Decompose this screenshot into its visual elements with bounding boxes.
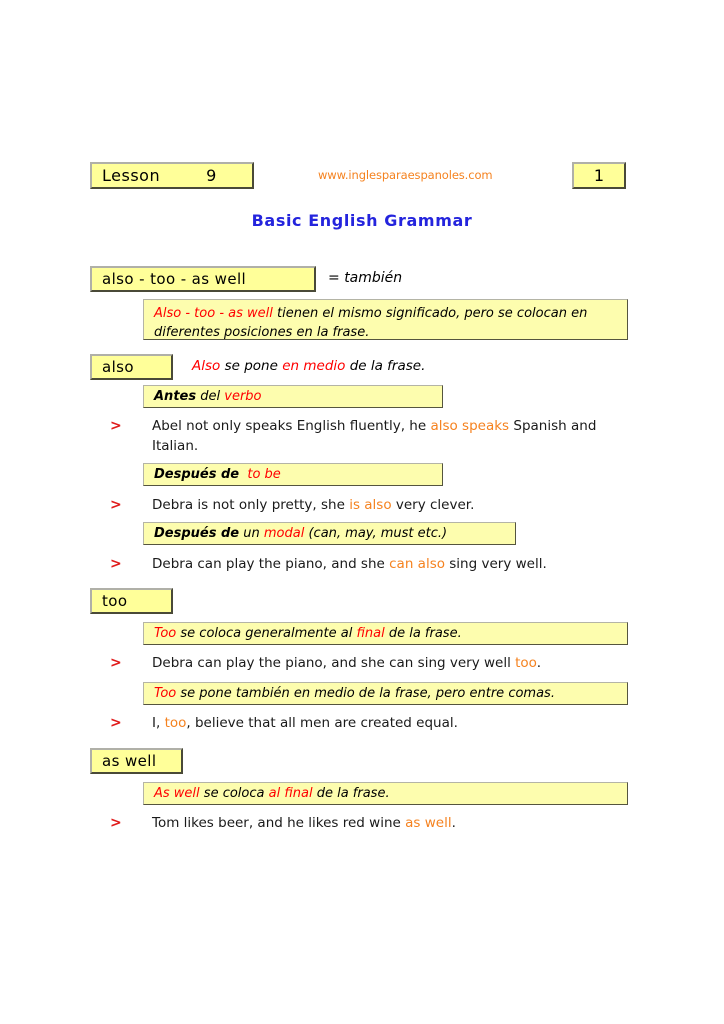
example-highlight: also speaks	[430, 418, 510, 434]
equals-sign: =	[328, 270, 340, 286]
intro-note: Also - too - as well tienen el mismo sig…	[143, 299, 628, 340]
rule-emphasis: verbo	[224, 389, 262, 404]
rule-box-too-comas: Too se pone también en medio de la frase…	[143, 682, 628, 705]
example-body: Tom likes beer, and he likes red wine as…	[152, 813, 630, 833]
rule-tail: de la frase.	[388, 626, 462, 641]
example-sentence: > Debra can play the piano, and she can …	[110, 653, 630, 673]
rule-mid: un	[243, 526, 260, 541]
example-sentence: > Abel not only speaks English fluently,…	[110, 416, 610, 456]
worksheet-page: Lesson 9 www.inglesparaespanoles.com 1 B…	[0, 0, 724, 1024]
example-body: Abel not only speaks English fluently, h…	[152, 416, 610, 456]
rule-box-as-well-final: As well se coloca al final de la frase.	[143, 782, 628, 805]
topic-headword-label: also - too - as well	[102, 270, 247, 288]
bullet-marker-icon: >	[110, 815, 122, 831]
rule-mid: del	[200, 389, 221, 404]
rule-lead: Después de	[154, 467, 240, 482]
example-body: Debra can play the piano, and she can al…	[152, 554, 610, 574]
example-sentence: > Tom likes beer, and he likes red wine …	[110, 813, 630, 833]
page-number-badge: 1	[572, 162, 626, 189]
also-rule-word: Also	[192, 358, 221, 374]
example-body: I, too, believe that all men are created…	[152, 713, 630, 733]
topic-headword-box: also - too - as well	[90, 266, 316, 292]
example-pre: I,	[152, 715, 165, 731]
rule-lead: As well	[154, 786, 200, 801]
also-placement-rule: Also se pone en medio de la frase.	[192, 358, 425, 374]
translation-text: también	[344, 270, 403, 286]
lesson-badge: Lesson 9	[90, 162, 254, 189]
intro-note-terms: Also - too - as well	[154, 306, 273, 321]
rule-mid: se coloca	[203, 786, 265, 801]
also-rule-mid: se pone	[224, 358, 278, 374]
rule-lead: Too	[154, 626, 177, 641]
section-headword-also: also	[90, 354, 173, 380]
example-post: sing very well.	[444, 556, 547, 572]
example-pre: Debra can play the piano, and she can si…	[152, 655, 516, 671]
example-sentence: > I, too, believe that all men are creat…	[110, 713, 630, 733]
site-url: www.inglesparaespanoles.com	[318, 168, 493, 182]
bullet-marker-icon: >	[110, 655, 122, 671]
example-body: Debra is not only pretty, she is also ve…	[152, 495, 610, 515]
rule-mid: se coloca generalmente al	[180, 626, 353, 641]
rule-box-despues-de-un-modal: Después de un modal (can, may, must etc.…	[143, 522, 516, 545]
section-headword-as-well: as well	[90, 748, 183, 774]
section-headword-also-label: also	[102, 358, 134, 376]
example-highlight: as well	[405, 815, 452, 831]
rule-tail: de la frase.	[316, 786, 390, 801]
rule-emphasis: al final	[268, 786, 313, 801]
example-pre: Debra can play the piano, and she	[152, 556, 390, 572]
bullet-marker-icon: >	[110, 497, 122, 513]
example-post: .	[536, 655, 541, 671]
section-headword-too: too	[90, 588, 173, 614]
example-pre: Abel not only speaks English fluently, h…	[152, 418, 431, 434]
example-highlight: too	[515, 655, 537, 671]
also-rule-emphasis: en medio	[282, 358, 346, 374]
example-post: very clever.	[391, 497, 475, 513]
section-headword-too-label: too	[102, 592, 128, 610]
example-highlight: too	[164, 715, 187, 731]
example-body: Debra can play the piano, and she can si…	[152, 653, 630, 673]
lesson-label: Lesson	[102, 166, 161, 185]
example-sentence: > Debra is not only pretty, she is also …	[110, 495, 610, 515]
example-highlight: is also	[349, 497, 392, 513]
rule-emphasis: final	[356, 626, 385, 641]
rule-mid: se pone también en medio de la frase, pe…	[180, 686, 555, 701]
rule-tail: (can, may, must etc.)	[308, 526, 448, 541]
topic-translation: = también	[328, 270, 402, 286]
rule-emphasis: modal	[263, 526, 305, 541]
section-headword-as-well-label: as well	[102, 752, 157, 770]
bullet-marker-icon: >	[110, 715, 122, 731]
rule-lead: Antes	[154, 389, 197, 404]
rule-emphasis: to be	[247, 467, 281, 482]
example-highlight: can also	[389, 556, 445, 572]
lesson-number: 9	[206, 166, 217, 185]
also-rule-end: de la frase.	[349, 358, 426, 374]
example-pre: Tom likes beer, and he likes red wine	[152, 815, 406, 831]
rule-box-despues-de-to-be: Después de to be	[143, 463, 443, 486]
page-title: Basic English Grammar	[251, 211, 473, 230]
rule-box-too-final: Too se coloca generalmente al final de l…	[143, 622, 628, 645]
example-post: , believe that all men are created equal…	[186, 715, 458, 731]
page-number: 1	[593, 166, 605, 185]
rule-lead: Too	[154, 686, 177, 701]
rule-lead: Después de	[154, 526, 240, 541]
bullet-marker-icon: >	[110, 418, 122, 434]
rule-box-antes-del-verbo: Antes del verbo	[143, 385, 443, 408]
example-sentence: > Debra can play the piano, and she can …	[110, 554, 610, 574]
example-pre: Debra is not only pretty, she	[152, 497, 350, 513]
example-post: .	[451, 815, 456, 831]
bullet-marker-icon: >	[110, 556, 122, 572]
